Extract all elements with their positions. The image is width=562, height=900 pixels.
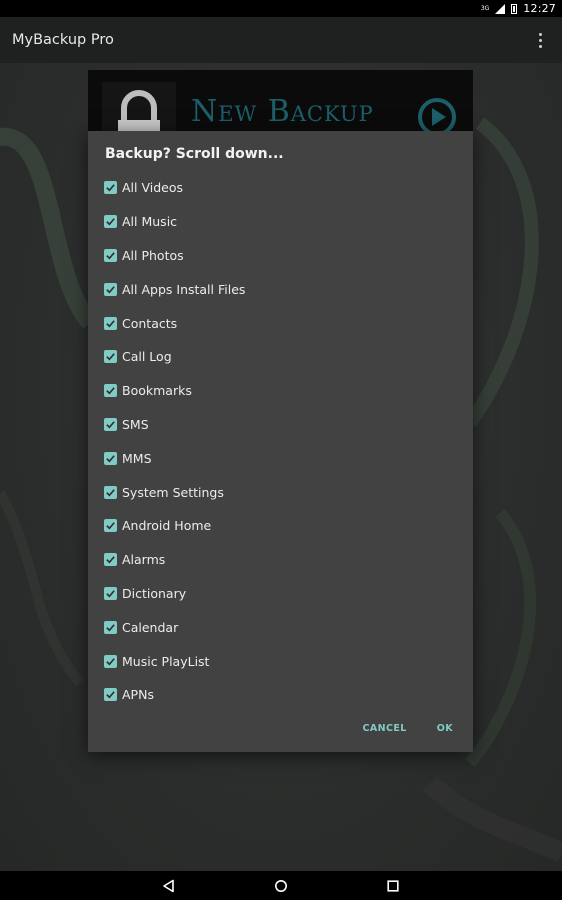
home-icon[interactable]	[274, 879, 288, 893]
option-label: All Photos	[122, 247, 184, 263]
checkbox-checked-icon[interactable]	[104, 181, 117, 195]
option-label: All Videos	[122, 180, 184, 196]
option-alarms[interactable]: Alarms	[104, 543, 444, 577]
back-icon[interactable]	[162, 879, 176, 893]
backup-options-list: All Videos All Music All Photos All Apps…	[104, 171, 444, 712]
option-call-log[interactable]: Call Log	[104, 340, 444, 374]
app-title: MyBackup Pro	[12, 32, 114, 48]
option-system-settings[interactable]: System Settings	[104, 475, 444, 509]
option-label: Bookmarks	[122, 383, 192, 399]
checkbox-checked-icon[interactable]	[104, 620, 117, 634]
option-label: Contacts	[122, 315, 178, 331]
option-label: APNs	[122, 687, 154, 703]
checkbox-checked-icon[interactable]	[104, 350, 117, 364]
option-label: System Settings	[122, 484, 224, 500]
dialog-title: Backup? Scroll down...	[105, 146, 284, 162]
option-label: All Music	[122, 214, 178, 230]
recents-icon[interactable]	[386, 879, 400, 893]
battery-icon	[511, 3, 518, 14]
option-label: All Apps Install Files	[122, 281, 246, 297]
option-label: MMS	[122, 450, 152, 466]
checkbox-checked-icon[interactable]	[104, 654, 117, 668]
option-all-photos[interactable]: All Photos	[104, 239, 444, 273]
option-label: Dictionary	[122, 585, 187, 601]
option-music-playlist[interactable]: Music PlayList	[104, 644, 444, 678]
option-all-music[interactable]: All Music	[104, 205, 444, 239]
option-android-home[interactable]: Android Home	[104, 509, 444, 543]
checkbox-checked-icon[interactable]	[104, 282, 117, 296]
status-bar: 3G 12:27	[0, 0, 562, 17]
dialog-actions: CANCEL OK	[363, 723, 453, 734]
checkbox-checked-icon[interactable]	[104, 248, 117, 262]
checkbox-checked-icon[interactable]	[104, 215, 117, 229]
option-apns[interactable]: APNs	[104, 678, 444, 712]
option-label: Call Log	[122, 349, 172, 365]
checkbox-checked-icon[interactable]	[104, 417, 117, 431]
option-sms[interactable]: SMS	[104, 408, 444, 442]
option-calendar[interactable]: Calendar	[104, 610, 444, 644]
backup-dialog: Backup? Scroll down... All Videos All Mu…	[88, 131, 473, 752]
clock: 12:27	[523, 2, 556, 15]
checkbox-checked-icon[interactable]	[104, 519, 117, 533]
checkbox-checked-icon[interactable]	[104, 553, 117, 567]
option-label: Android Home	[122, 518, 212, 534]
option-contacts[interactable]: Contacts	[104, 306, 444, 340]
checkbox-checked-icon[interactable]	[104, 384, 117, 398]
option-label: SMS	[122, 416, 149, 432]
checkbox-checked-icon[interactable]	[104, 688, 117, 702]
app-bar: MyBackup Pro	[0, 17, 562, 63]
option-bookmarks[interactable]: Bookmarks	[104, 374, 444, 408]
option-label: Alarms	[122, 552, 166, 568]
banner-title: New Backup	[191, 94, 374, 129]
option-label: Calendar	[122, 619, 179, 635]
network-type: 3G	[480, 5, 490, 12]
option-all-apps-install-files[interactable]: All Apps Install Files	[104, 272, 444, 306]
option-all-videos[interactable]: All Videos	[104, 171, 444, 205]
overflow-menu-icon[interactable]	[530, 30, 550, 50]
navigation-bar	[0, 871, 562, 900]
checkbox-checked-icon[interactable]	[104, 316, 117, 330]
checkbox-checked-icon[interactable]	[104, 451, 117, 465]
option-mms[interactable]: MMS	[104, 441, 444, 475]
checkbox-checked-icon[interactable]	[104, 485, 117, 499]
option-label: Music PlayList	[122, 653, 210, 669]
cancel-button[interactable]: CANCEL	[363, 723, 407, 734]
new-backup-banner[interactable]: New Backup	[88, 70, 473, 140]
ok-button[interactable]: OK	[437, 723, 453, 734]
option-dictionary[interactable]: Dictionary	[104, 577, 444, 611]
checkbox-checked-icon[interactable]	[104, 586, 117, 600]
signal-icon	[495, 3, 506, 14]
